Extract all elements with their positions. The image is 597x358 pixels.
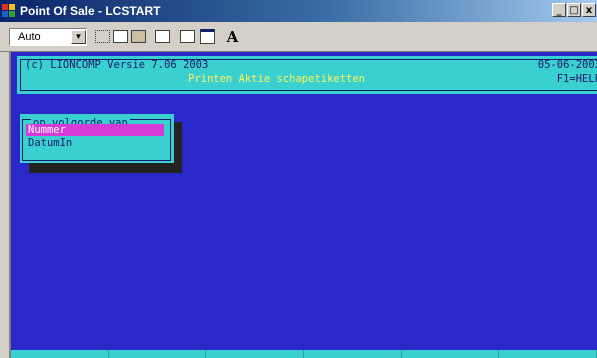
close-button[interactable]: x — [582, 3, 596, 17]
fullscreen-button[interactable] — [153, 27, 172, 46]
function-key-bar — [11, 350, 597, 358]
function-key-slot[interactable] — [304, 350, 402, 358]
function-key-slot[interactable] — [108, 350, 207, 358]
copy-icon — [113, 30, 128, 43]
fullscreen-icon — [155, 30, 170, 43]
date-text: 05-06-2003 — [537, 59, 597, 71]
function-key-slot[interactable] — [499, 350, 597, 358]
mark-button[interactable] — [93, 27, 112, 46]
properties-icon — [180, 30, 195, 43]
paste-icon — [131, 30, 146, 43]
sort-order-menu: op volgorde van Nummer DatumIn — [20, 114, 174, 163]
app-icon — [2, 4, 16, 18]
chevron-down-icon[interactable]: ▼ — [71, 30, 86, 44]
function-key-slot[interactable] — [206, 350, 305, 358]
console-area[interactable]: (c) LIONCOMP Versie 7.06 2003 05-06-2003… — [9, 52, 597, 358]
font-size-select[interactable]: Auto ▼ — [9, 28, 87, 46]
minimize-button[interactable]: _ — [552, 3, 566, 17]
maximize-button[interactable]: □ — [567, 3, 581, 17]
mark-icon — [95, 30, 110, 43]
font-button[interactable]: A — [223, 27, 242, 46]
properties-button[interactable] — [178, 27, 197, 46]
window-controls: _ □ x — [552, 3, 596, 17]
font-size-value: Auto — [18, 31, 41, 43]
menu-item-datumin[interactable]: DatumIn — [26, 137, 164, 149]
copyright-text: (c) LIONCOMP Versie 7.06 2003 — [25, 59, 209, 71]
help-hint: F1=HELP — [556, 73, 597, 85]
toolbar: Auto ▼ A — [0, 22, 597, 52]
function-key-slot[interactable] — [401, 350, 500, 358]
menu-item-nummer[interactable]: Nummer — [26, 124, 164, 136]
screen-subtitle: Printen Aktie schapetiketten — [188, 73, 366, 85]
title-bar[interactable]: Point Of Sale - LCSTART _ □ x — [0, 0, 597, 22]
function-key-slot[interactable] — [11, 350, 109, 358]
window-title: Point Of Sale - LCSTART — [20, 4, 161, 18]
window-icon — [200, 29, 215, 44]
paste-button[interactable] — [129, 27, 148, 46]
header-panel: (c) LIONCOMP Versie 7.06 2003 05-06-2003… — [17, 56, 597, 94]
background-button[interactable] — [198, 27, 217, 46]
copy-button[interactable] — [111, 27, 130, 46]
font-letter-icon: A — [226, 27, 239, 46]
